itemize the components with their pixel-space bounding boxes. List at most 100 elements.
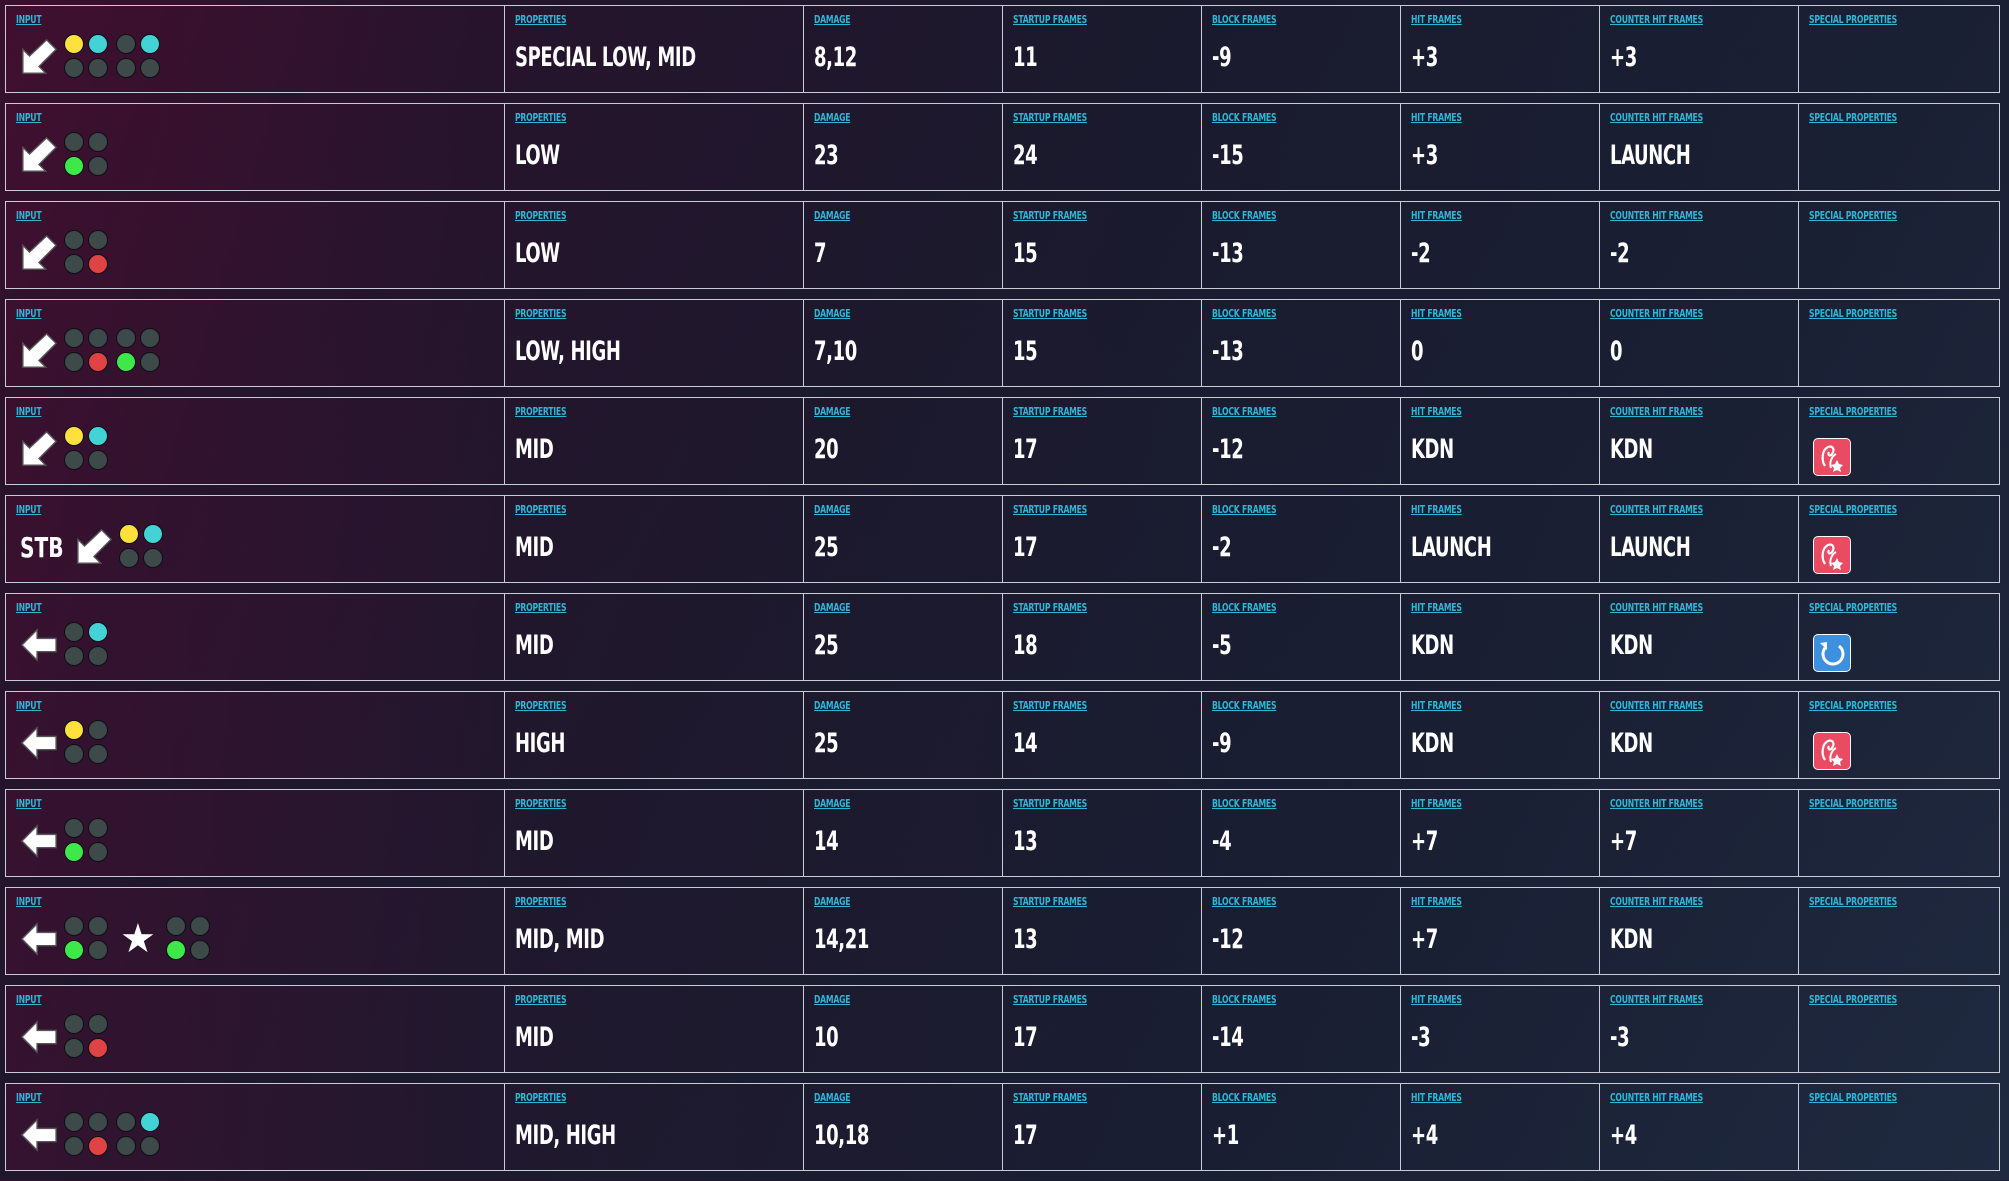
special-properties-label[interactable]: SPECIAL PROPERTIES (1809, 112, 1949, 124)
block-frames-label[interactable]: BLOCK FRAMES (1212, 896, 1351, 908)
block-frames-label[interactable]: BLOCK FRAMES (1212, 798, 1351, 810)
damage-label[interactable]: DAMAGE (814, 602, 953, 614)
block-frames-label[interactable]: BLOCK FRAMES (1212, 504, 1351, 516)
startup-frames-label[interactable]: STARTUP FRAMES (1013, 602, 1152, 614)
counter-hit-frames-label[interactable]: COUNTER HIT FRAMES (1610, 994, 1749, 1006)
special-properties-label[interactable]: SPECIAL PROPERTIES (1809, 504, 1949, 516)
properties-label[interactable]: PROPERTIES (515, 308, 732, 320)
special-properties-label[interactable]: SPECIAL PROPERTIES (1809, 210, 1949, 222)
block-frames-cell: BLOCK FRAMES -2 (1202, 496, 1401, 582)
counter-hit-frames-label[interactable]: COUNTER HIT FRAMES (1610, 798, 1749, 810)
startup-frames-label[interactable]: STARTUP FRAMES (1013, 112, 1152, 124)
startup-frames-label[interactable]: STARTUP FRAMES (1013, 14, 1152, 26)
special-properties-label[interactable]: SPECIAL PROPERTIES (1809, 308, 1949, 320)
properties-label[interactable]: PROPERTIES (515, 602, 732, 614)
counter-hit-frames-label[interactable]: COUNTER HIT FRAMES (1610, 602, 1749, 614)
block-frames-label[interactable]: BLOCK FRAMES (1212, 210, 1351, 222)
counter-hit-frames-label[interactable]: COUNTER HIT FRAMES (1610, 14, 1749, 26)
counter-hit-frames-label[interactable]: COUNTER HIT FRAMES (1610, 112, 1749, 124)
input-label[interactable]: INPUT (16, 896, 389, 908)
startup-frames-label[interactable]: STARTUP FRAMES (1013, 504, 1152, 516)
counter-hit-frames-label[interactable]: COUNTER HIT FRAMES (1610, 308, 1749, 320)
hit-frames-label[interactable]: HIT FRAMES (1411, 14, 1550, 26)
startup-frames-label[interactable]: STARTUP FRAMES (1013, 798, 1152, 810)
special-properties-label[interactable]: SPECIAL PROPERTIES (1809, 798, 1949, 810)
input-label[interactable]: INPUT (16, 602, 389, 614)
hit-frames-label[interactable]: HIT FRAMES (1411, 210, 1550, 222)
block-frames-label[interactable]: BLOCK FRAMES (1212, 1092, 1351, 1104)
hit-frames-label[interactable]: HIT FRAMES (1411, 112, 1550, 124)
damage-label[interactable]: DAMAGE (814, 896, 953, 908)
input-label[interactable]: INPUT (16, 308, 389, 320)
input-label[interactable]: INPUT (16, 14, 389, 26)
hit-frames-label[interactable]: HIT FRAMES (1411, 700, 1550, 712)
input-label[interactable]: INPUT (16, 112, 389, 124)
counter-hit-frames-label[interactable]: COUNTER HIT FRAMES (1610, 210, 1749, 222)
startup-frames-label[interactable]: STARTUP FRAMES (1013, 1092, 1152, 1104)
counter-hit-frames-label[interactable]: COUNTER HIT FRAMES (1610, 406, 1749, 418)
special-properties-label[interactable]: SPECIAL PROPERTIES (1809, 1092, 1949, 1104)
special-properties-label[interactable]: SPECIAL PROPERTIES (1809, 406, 1949, 418)
counter-hit-frames-label[interactable]: COUNTER HIT FRAMES (1610, 1092, 1749, 1104)
startup-frames-label[interactable]: STARTUP FRAMES (1013, 700, 1152, 712)
properties-label[interactable]: PROPERTIES (515, 406, 732, 418)
block-frames-label[interactable]: BLOCK FRAMES (1212, 406, 1351, 418)
damage-label[interactable]: DAMAGE (814, 700, 953, 712)
counter-hit-frames-label[interactable]: COUNTER HIT FRAMES (1610, 504, 1749, 516)
hit-frames-label[interactable]: HIT FRAMES (1411, 308, 1550, 320)
counter-hit-frames-label[interactable]: COUNTER HIT FRAMES (1610, 700, 1749, 712)
hit-frames-label[interactable]: HIT FRAMES (1411, 1092, 1550, 1104)
startup-frames-label[interactable]: STARTUP FRAMES (1013, 406, 1152, 418)
input-label[interactable]: INPUT (16, 798, 389, 810)
damage-label[interactable]: DAMAGE (814, 112, 953, 124)
special-properties-label[interactable]: SPECIAL PROPERTIES (1809, 602, 1949, 614)
properties-label[interactable]: PROPERTIES (515, 700, 732, 712)
damage-label[interactable]: DAMAGE (814, 504, 953, 516)
startup-frames-label[interactable]: STARTUP FRAMES (1013, 994, 1152, 1006)
input-label[interactable]: INPUT (16, 700, 389, 712)
input-label[interactable]: INPUT (16, 504, 389, 516)
special-properties-label[interactable]: SPECIAL PROPERTIES (1809, 700, 1949, 712)
damage-label[interactable]: DAMAGE (814, 210, 953, 222)
damage-label[interactable]: DAMAGE (814, 406, 953, 418)
input-label[interactable]: INPUT (16, 210, 389, 222)
damage-label[interactable]: DAMAGE (814, 994, 953, 1006)
properties-label[interactable]: PROPERTIES (515, 994, 732, 1006)
startup-frames-label[interactable]: STARTUP FRAMES (1013, 896, 1152, 908)
damage-value: 10 (814, 1022, 839, 1053)
block-frames-label[interactable]: BLOCK FRAMES (1212, 602, 1351, 614)
damage-label[interactable]: DAMAGE (814, 1092, 953, 1104)
input-label[interactable]: INPUT (16, 994, 389, 1006)
input-label[interactable]: INPUT (16, 406, 389, 418)
block-frames-label[interactable]: BLOCK FRAMES (1212, 112, 1351, 124)
properties-label[interactable]: PROPERTIES (515, 896, 732, 908)
hit-frames-label[interactable]: HIT FRAMES (1411, 994, 1550, 1006)
block-frames-label[interactable]: BLOCK FRAMES (1212, 14, 1351, 26)
block-frames-label[interactable]: BLOCK FRAMES (1212, 994, 1351, 1006)
special-properties-label[interactable]: SPECIAL PROPERTIES (1809, 994, 1949, 1006)
input-label[interactable]: INPUT (16, 1092, 389, 1104)
hit-frames-label[interactable]: HIT FRAMES (1411, 602, 1550, 614)
properties-label[interactable]: PROPERTIES (515, 112, 732, 124)
damage-label[interactable]: DAMAGE (814, 308, 953, 320)
properties-label[interactable]: PROPERTIES (515, 504, 732, 516)
special-properties-label[interactable]: SPECIAL PROPERTIES (1809, 14, 1949, 26)
properties-label[interactable]: PROPERTIES (515, 1092, 732, 1104)
properties-label[interactable]: PROPERTIES (515, 210, 732, 222)
damage-label[interactable]: DAMAGE (814, 798, 953, 810)
hit-frames-label[interactable]: HIT FRAMES (1411, 406, 1550, 418)
block-frames-label[interactable]: BLOCK FRAMES (1212, 308, 1351, 320)
startup-frames-label[interactable]: STARTUP FRAMES (1013, 210, 1152, 222)
counter-hit-frames-cell: COUNTER HIT FRAMES LAUNCH (1600, 104, 1799, 190)
hit-frames-label[interactable]: HIT FRAMES (1411, 896, 1550, 908)
hit-frames-label[interactable]: HIT FRAMES (1411, 504, 1550, 516)
startup-frames-label[interactable]: STARTUP FRAMES (1013, 308, 1152, 320)
damage-value: 14 (814, 826, 839, 857)
properties-label[interactable]: PROPERTIES (515, 798, 732, 810)
damage-label[interactable]: DAMAGE (814, 14, 953, 26)
special-properties-label[interactable]: SPECIAL PROPERTIES (1809, 896, 1949, 908)
properties-label[interactable]: PROPERTIES (515, 14, 732, 26)
hit-frames-label[interactable]: HIT FRAMES (1411, 798, 1550, 810)
block-frames-label[interactable]: BLOCK FRAMES (1212, 700, 1351, 712)
counter-hit-frames-label[interactable]: COUNTER HIT FRAMES (1610, 896, 1749, 908)
